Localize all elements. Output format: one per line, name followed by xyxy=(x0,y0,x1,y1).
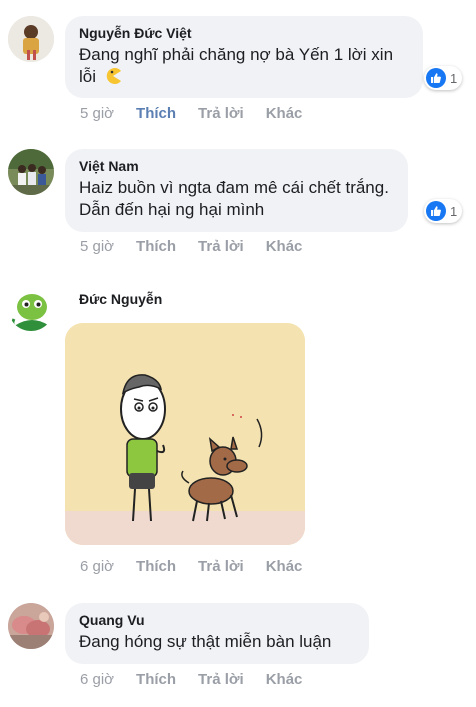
comment-time[interactable]: 6 giờ xyxy=(80,557,114,577)
comment-author[interactable]: Đức Nguyễn xyxy=(79,290,162,308)
comment-text: Haiz buồn vì ngta đam mê cái chết trắng.… xyxy=(79,178,389,219)
like-button[interactable]: Thích xyxy=(136,104,176,124)
comment-bubble: Nguyễn Đức Việt Đang nghĩ phải chăng nợ … xyxy=(65,16,423,98)
reply-button[interactable]: Trả lời xyxy=(198,670,244,690)
comment-author[interactable]: Quang Vu xyxy=(79,611,355,629)
reaction-count-badge[interactable]: 1 xyxy=(424,199,463,223)
comment-bubble: Quang Vu Đang hóng sự thật miễn bàn luận xyxy=(65,603,369,664)
pacman-emoji-icon xyxy=(104,67,122,91)
more-button[interactable]: Khác xyxy=(266,237,303,257)
comment-time[interactable]: 5 giờ xyxy=(80,237,114,257)
avatar[interactable] xyxy=(8,285,54,331)
more-button[interactable]: Khác xyxy=(266,670,303,690)
comment-time[interactable]: 5 giờ xyxy=(80,104,114,124)
like-button[interactable]: Thích xyxy=(136,670,176,690)
comment-bubble: Việt Nam Haiz buồn vì ngta đam mê cái ch… xyxy=(65,149,408,232)
reply-button[interactable]: Trả lời xyxy=(198,237,244,257)
comment-time[interactable]: 6 giờ xyxy=(80,670,114,690)
comment-text: Đang hóng sự thật miễn bàn luận xyxy=(79,632,332,651)
reaction-count-badge[interactable]: 1 xyxy=(424,66,463,90)
avatar[interactable] xyxy=(8,16,54,62)
like-button[interactable]: Thích xyxy=(136,557,176,577)
comment-actions: 6 giờ Thích Trả lời Khác xyxy=(80,670,324,690)
like-icon xyxy=(426,201,446,221)
reaction-count: 1 xyxy=(450,70,458,86)
more-button[interactable]: Khác xyxy=(266,104,303,124)
comment-actions: 6 giờ Thích Trả lời Khác xyxy=(80,557,324,577)
like-icon xyxy=(426,68,446,88)
more-button[interactable]: Khác xyxy=(266,557,303,577)
avatar[interactable] xyxy=(8,603,54,649)
comment-actions: 5 giờ Thích Trả lời Khác xyxy=(80,237,324,257)
cartoon-man-and-dog-sticker xyxy=(65,323,305,545)
reaction-count: 1 xyxy=(450,203,458,219)
reply-button[interactable]: Trả lời xyxy=(198,104,244,124)
like-button[interactable]: Thích xyxy=(136,237,176,257)
comment-text: Đang nghĩ phải chăng nợ bà Yến 1 lời xin… xyxy=(79,44,409,91)
avatar[interactable] xyxy=(8,149,54,195)
reply-button[interactable]: Trả lời xyxy=(198,557,244,577)
comment-author[interactable]: Nguyễn Đức Việt xyxy=(79,24,409,42)
comment-author[interactable]: Việt Nam xyxy=(79,157,394,175)
comment-actions: 5 giờ Thích Trả lời Khác xyxy=(80,104,324,124)
